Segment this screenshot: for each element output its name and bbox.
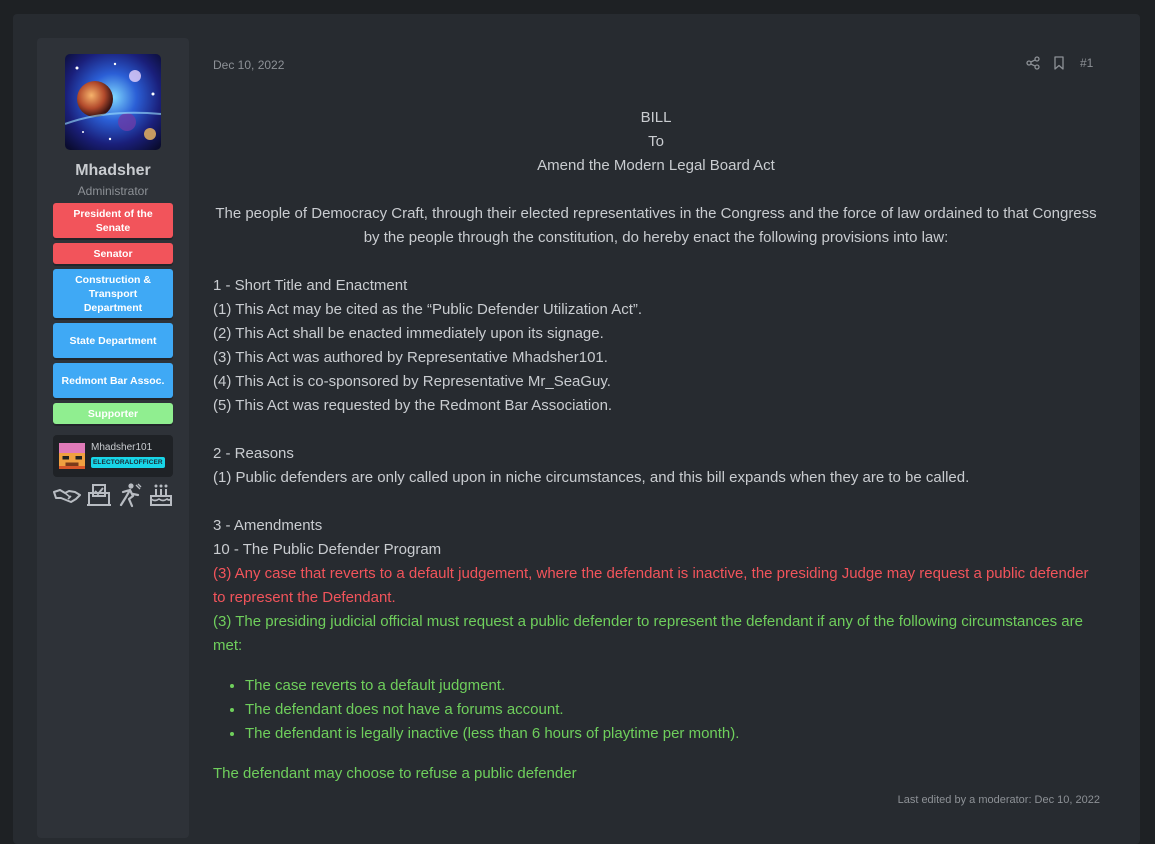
bill-heading-line: BILL: [640, 109, 672, 126]
banner-president-of-the-senate: President of the Senate: [53, 203, 173, 238]
bill-heading: BILL To Amend the Modern Legal Board Act: [213, 106, 1099, 178]
post-actions: #1: [1026, 56, 1100, 72]
minecraft-role-badge: ELECTORALOFFICER: [91, 457, 165, 468]
banner-state-department: State Department: [53, 323, 173, 358]
list-item: The defendant is legally inactive (less …: [245, 722, 1099, 746]
banner-redmont-bar: Redmont Bar Assoc.: [53, 363, 173, 398]
birthday-cake-icon[interactable]: [147, 482, 175, 508]
list-item: The case reverts to a default judgment.: [245, 674, 1099, 698]
added-closing-text: The defendant may choose to refuse a pub…: [213, 765, 577, 782]
ballot-box-icon[interactable]: [85, 482, 113, 508]
list-item: The defendant does not have a forums acc…: [245, 698, 1099, 722]
added-text: (3) The presiding judicial official must…: [213, 613, 1083, 654]
trophy-icons: [53, 482, 175, 508]
bill-heading-line: To: [648, 133, 664, 150]
minecraft-username: Mhadsher101: [91, 442, 153, 453]
user-avatar[interactable]: [65, 54, 161, 150]
bill-heading-line: Amend the Modern Legal Board Act: [537, 157, 775, 174]
username[interactable]: Mhadsher: [37, 162, 189, 180]
post-date[interactable]: Dec 10, 2022: [213, 58, 284, 72]
minecraft-profile-card[interactable]: Mhadsher101 ELECTORALOFFICER: [53, 435, 173, 477]
section-item: (5) This Act was requested by the Redmon…: [213, 397, 613, 414]
post-number-link[interactable]: #1: [1080, 56, 1093, 70]
last-edited-note: Last edited by a moderator: Dec 10, 2022: [897, 794, 1100, 806]
section-item: (2) This Act shall be enacted immediatel…: [213, 325, 604, 342]
user-sidebar: Mhadsher Administrator President of the …: [37, 38, 189, 838]
post-body: BILL To Amend the Modern Legal Board Act…: [213, 106, 1099, 786]
section-item: (1) Public defenders are only called upo…: [213, 469, 970, 486]
bookmark-icon[interactable]: [1053, 56, 1065, 70]
section-title: 1 - Short Title and Enactment: [213, 277, 408, 294]
section-subtitle: 10 - The Public Defender Program: [213, 541, 442, 558]
section-title: 3 - Amendments: [213, 517, 323, 534]
running-person-icon[interactable]: [115, 482, 143, 508]
user-title: Administrator: [77, 184, 149, 198]
section-item: (4) This Act is co-sponsored by Represen…: [213, 373, 611, 390]
share-icon[interactable]: [1026, 56, 1040, 70]
banner-supporter: Supporter: [53, 403, 173, 424]
section-item: (3) This Act was authored by Representat…: [213, 349, 608, 366]
banner-construction-transport: Construction & Transport Department: [53, 269, 173, 318]
handshake-icon[interactable]: [53, 482, 81, 508]
forum-post: Mhadsher Administrator President of the …: [13, 14, 1140, 844]
added-bullet-list: The case reverts to a default judgment. …: [213, 674, 1099, 746]
section-title: 2 - Reasons: [213, 445, 294, 462]
bill-preamble: The people of Democracy Craft, through t…: [215, 205, 1097, 246]
minecraft-head-icon: [59, 443, 85, 469]
section-item: (1) This Act may be cited as the “Public…: [213, 301, 643, 318]
banner-senator: Senator: [53, 243, 173, 264]
removed-text: (3) Any case that reverts to a default j…: [213, 565, 1089, 606]
